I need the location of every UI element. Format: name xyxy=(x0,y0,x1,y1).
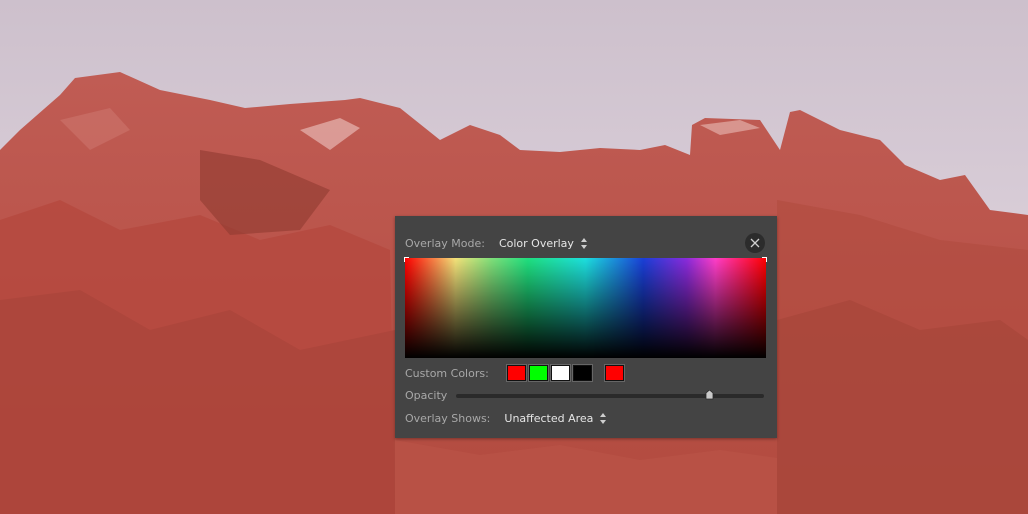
custom-color-swatches xyxy=(505,364,627,382)
opacity-label: Opacity xyxy=(405,388,448,402)
opacity-row: Opacity xyxy=(405,388,447,402)
custom-colors-label: Custom Colors: xyxy=(405,366,489,380)
current-color-swatch[interactable] xyxy=(603,364,625,382)
custom-color-swatch[interactable] xyxy=(549,364,571,382)
custom-colors-row: Custom Colors: xyxy=(405,364,627,382)
overlay-mode-label: Overlay Mode: xyxy=(405,236,485,250)
overlay-mode-row: Overlay Mode: Color Overlay xyxy=(405,236,588,250)
opacity-slider[interactable] xyxy=(456,390,764,400)
close-button[interactable] xyxy=(745,233,765,253)
overlay-shows-value: Unaffected Area xyxy=(504,411,594,425)
close-icon xyxy=(750,238,760,248)
custom-color-swatch[interactable] xyxy=(505,364,527,382)
custom-color-swatch[interactable] xyxy=(571,364,593,382)
up-down-stepper-icon xyxy=(600,412,607,424)
overlay-mode-value: Color Overlay xyxy=(498,236,574,250)
overlay-shows-label: Overlay Shows: xyxy=(405,411,491,425)
up-down-stepper-icon xyxy=(580,237,588,249)
overlay-mode-select[interactable]: Color Overlay xyxy=(499,237,588,250)
custom-color-swatch[interactable] xyxy=(527,364,549,382)
color-spectrum-picker[interactable] xyxy=(404,257,767,358)
overlay-settings-panel: Overlay Mode: Color Overlay Custom Color… xyxy=(395,216,777,438)
spectrum-corner-marker xyxy=(762,257,767,262)
spectrum-corner-marker xyxy=(404,257,409,262)
overlay-shows-select[interactable]: Unaffected Area xyxy=(504,412,607,425)
overlay-shows-row: Overlay Shows: Unaffected Area xyxy=(405,411,607,425)
slider-thumb-icon[interactable] xyxy=(705,390,714,400)
